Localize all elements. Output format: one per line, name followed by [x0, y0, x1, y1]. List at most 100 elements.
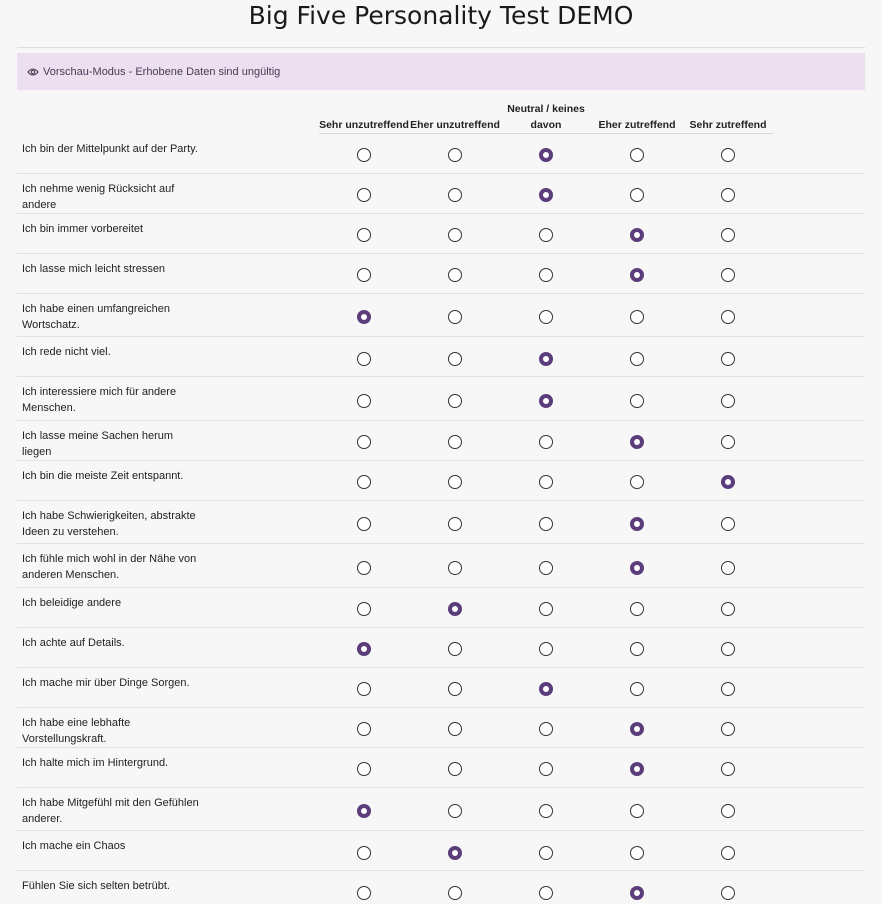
radio-option-1[interactable] [357, 228, 371, 242]
radio-option-2[interactable] [448, 228, 462, 242]
radio-option-1[interactable] [357, 602, 371, 616]
question-row: Ich mache ein Chaos [17, 838, 865, 871]
radio-option-1[interactable] [357, 352, 371, 366]
radio-option-5[interactable] [721, 642, 735, 656]
question-row: Ich mache mir über Dinge Sorgen. [17, 675, 865, 708]
radio-option-2[interactable] [448, 561, 462, 575]
radio-option-5[interactable] [721, 804, 735, 818]
radio-option-5[interactable] [721, 475, 735, 489]
column-header-4: Eher zutreffend [598, 119, 676, 131]
radio-option-3[interactable] [539, 722, 553, 736]
radio-option-2[interactable] [448, 394, 462, 408]
radio-option-3[interactable] [539, 268, 553, 282]
radio-option-1[interactable] [357, 682, 371, 696]
radio-option-2[interactable] [448, 642, 462, 656]
radio-option-3[interactable] [539, 394, 553, 408]
radio-option-5[interactable] [721, 268, 735, 282]
radio-option-1[interactable] [357, 804, 371, 818]
radio-option-3[interactable] [539, 310, 553, 324]
radio-option-1[interactable] [357, 722, 371, 736]
radio-option-4[interactable] [630, 846, 644, 860]
radio-option-3[interactable] [539, 517, 553, 531]
radio-option-2[interactable] [448, 722, 462, 736]
radio-option-3[interactable] [539, 602, 553, 616]
radio-option-1[interactable] [357, 846, 371, 860]
radio-option-3[interactable] [539, 762, 553, 776]
radio-option-2[interactable] [448, 188, 462, 202]
radio-option-4[interactable] [630, 310, 644, 324]
radio-option-3[interactable] [539, 475, 553, 489]
radio-option-2[interactable] [448, 682, 462, 696]
radio-option-1[interactable] [357, 188, 371, 202]
question-text: Ich bin immer vorbereitet [22, 223, 144, 235]
radio-option-3[interactable] [539, 561, 553, 575]
radio-option-4[interactable] [630, 804, 644, 818]
radio-option-1[interactable] [357, 517, 371, 531]
radio-option-5[interactable] [721, 846, 735, 860]
radio-option-3[interactable] [539, 886, 553, 900]
radio-option-3[interactable] [539, 228, 553, 242]
radio-option-1[interactable] [357, 435, 371, 449]
radio-option-3[interactable] [539, 804, 553, 818]
radio-option-1[interactable] [357, 148, 371, 162]
radio-option-2[interactable] [448, 435, 462, 449]
radio-option-5[interactable] [721, 310, 735, 324]
radio-option-5[interactable] [721, 148, 735, 162]
radio-option-2[interactable] [448, 846, 462, 860]
radio-option-4[interactable] [630, 352, 644, 366]
radio-option-5[interactable] [721, 352, 735, 366]
radio-option-2[interactable] [448, 804, 462, 818]
radio-option-4[interactable] [630, 722, 644, 736]
radio-option-3[interactable] [539, 188, 553, 202]
radio-option-2[interactable] [448, 268, 462, 282]
radio-option-4[interactable] [630, 475, 644, 489]
radio-option-1[interactable] [357, 642, 371, 656]
radio-option-4[interactable] [630, 517, 644, 531]
radio-option-2[interactable] [448, 517, 462, 531]
radio-option-5[interactable] [721, 188, 735, 202]
radio-option-2[interactable] [448, 602, 462, 616]
radio-option-4[interactable] [630, 268, 644, 282]
radio-option-1[interactable] [357, 475, 371, 489]
radio-option-3[interactable] [539, 352, 553, 366]
radio-option-1[interactable] [357, 886, 371, 900]
radio-option-5[interactable] [721, 435, 735, 449]
radio-option-1[interactable] [357, 561, 371, 575]
radio-option-4[interactable] [630, 228, 644, 242]
radio-option-4[interactable] [630, 394, 644, 408]
radio-option-2[interactable] [448, 310, 462, 324]
radio-option-1[interactable] [357, 268, 371, 282]
radio-option-5[interactable] [721, 722, 735, 736]
radio-option-1[interactable] [357, 394, 371, 408]
radio-option-2[interactable] [448, 352, 462, 366]
radio-option-5[interactable] [721, 762, 735, 776]
radio-option-4[interactable] [630, 561, 644, 575]
radio-option-2[interactable] [448, 886, 462, 900]
radio-option-1[interactable] [357, 310, 371, 324]
radio-option-3[interactable] [539, 846, 553, 860]
radio-option-1[interactable] [357, 762, 371, 776]
radio-option-4[interactable] [630, 435, 644, 449]
radio-option-3[interactable] [539, 682, 553, 696]
radio-option-5[interactable] [721, 886, 735, 900]
radio-option-4[interactable] [630, 886, 644, 900]
radio-option-5[interactable] [721, 561, 735, 575]
radio-option-2[interactable] [448, 475, 462, 489]
radio-option-4[interactable] [630, 148, 644, 162]
radio-option-3[interactable] [539, 148, 553, 162]
question-text: Ich rede nicht viel. [22, 346, 111, 358]
radio-option-3[interactable] [539, 642, 553, 656]
radio-option-2[interactable] [448, 762, 462, 776]
radio-option-4[interactable] [630, 642, 644, 656]
radio-option-4[interactable] [630, 602, 644, 616]
radio-option-3[interactable] [539, 435, 553, 449]
radio-option-5[interactable] [721, 517, 735, 531]
radio-option-5[interactable] [721, 682, 735, 696]
radio-option-5[interactable] [721, 394, 735, 408]
radio-option-4[interactable] [630, 682, 644, 696]
radio-option-2[interactable] [448, 148, 462, 162]
radio-option-5[interactable] [721, 602, 735, 616]
radio-option-4[interactable] [630, 188, 644, 202]
radio-option-5[interactable] [721, 228, 735, 242]
radio-option-4[interactable] [630, 762, 644, 776]
